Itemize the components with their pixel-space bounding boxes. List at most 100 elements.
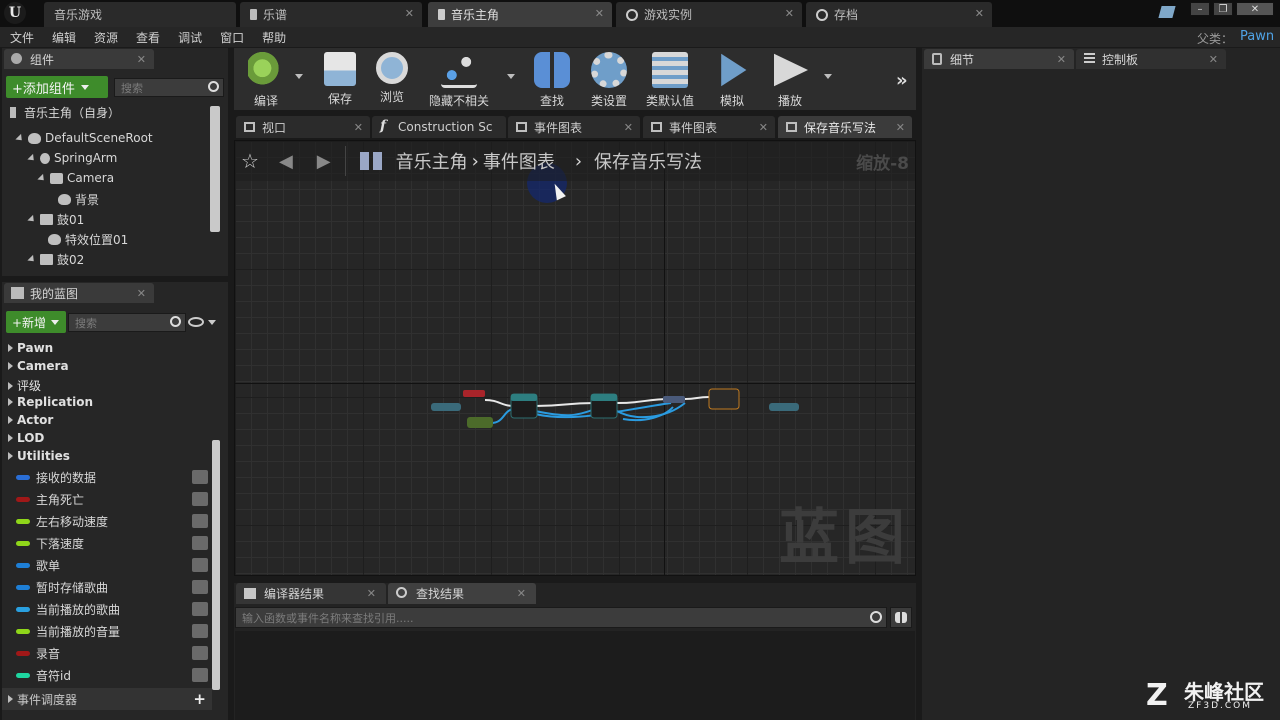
close-icon[interactable]: ✕: [405, 7, 414, 20]
close-icon[interactable]: ✕: [137, 287, 146, 300]
star-icon[interactable]: ☆: [241, 149, 259, 173]
components-search-input[interactable]: 搜索: [114, 78, 224, 97]
compile-button[interactable]: 编译: [240, 48, 292, 110]
class-defaults-button[interactable]: 类默认值: [640, 48, 700, 110]
close-icon[interactable]: ✕: [367, 587, 376, 600]
variable-item[interactable]: 当前播放的音量: [8, 621, 208, 641]
find-results-search-input[interactable]: 输入函数或事件名称来查找引用.....: [235, 607, 887, 628]
add-new-button[interactable]: +新增: [6, 311, 66, 333]
category-rating[interactable]: 评级: [8, 377, 41, 394]
variable-item[interactable]: 录音: [8, 643, 208, 663]
expand-arrow-icon[interactable]: [27, 214, 37, 225]
search-icon[interactable]: [870, 611, 882, 623]
blueprint-graph-canvas[interactable]: 蓝图: [234, 140, 916, 576]
tab-construction-script[interactable]: f Construction Sc: [372, 116, 506, 138]
visibility-eye-icon[interactable]: [192, 646, 208, 660]
variable-item[interactable]: 暂时存储歌曲: [8, 577, 208, 597]
close-icon[interactable]: ✕: [1209, 53, 1218, 66]
visibility-eye-icon[interactable]: [192, 558, 208, 572]
expand-arrow-icon[interactable]: [8, 398, 13, 406]
variable-item[interactable]: 左右移动速度: [8, 511, 208, 531]
doc-tab-game-instance[interactable]: 游戏实例 ✕: [616, 2, 802, 27]
self-item[interactable]: 音乐主角（自身）: [10, 104, 120, 121]
tab-viewport[interactable]: 视口 ✕: [236, 116, 370, 138]
tree-item-camera[interactable]: Camera: [37, 171, 114, 185]
my-blueprint-tab[interactable]: 我的蓝图 ✕: [4, 283, 154, 303]
visibility-eye-icon[interactable]: [192, 536, 208, 550]
close-icon[interactable]: ✕: [785, 7, 794, 20]
category-actor[interactable]: Actor: [8, 413, 53, 427]
visibility-eye-icon[interactable]: [192, 624, 208, 638]
chevron-down-icon[interactable]: [208, 320, 216, 325]
breadcrumb-root[interactable]: 音乐主角: [396, 148, 468, 174]
visibility-eye-icon[interactable]: [192, 602, 208, 616]
find-button[interactable]: 查找: [528, 48, 576, 110]
play-button[interactable]: 播放: [764, 48, 816, 110]
menu-view[interactable]: 查看: [136, 29, 160, 46]
class-settings-button[interactable]: 类设置: [584, 48, 634, 110]
tree-item-springarm[interactable]: SpringArm: [27, 151, 117, 165]
close-icon[interactable]: ✕: [1057, 53, 1066, 66]
expand-arrow-icon[interactable]: [37, 173, 47, 183]
category-camera[interactable]: Camera: [8, 359, 69, 373]
doc-tab-music-game[interactable]: 音乐游戏: [44, 2, 236, 27]
visibility-eye-icon[interactable]: [192, 514, 208, 528]
menu-file[interactable]: 文件: [10, 29, 34, 46]
doc-tab-save[interactable]: 存档 ✕: [806, 2, 992, 27]
breadcrumb-middle[interactable]: 事件图表: [483, 148, 555, 174]
tab-details[interactable]: 细节 ✕: [924, 49, 1074, 69]
expand-arrow-icon[interactable]: [8, 344, 13, 352]
tab-save-music-method[interactable]: 保存音乐写法 ✕: [778, 116, 912, 138]
components-scrollbar[interactable]: [210, 106, 220, 232]
expand-arrow-icon[interactable]: [15, 133, 25, 143]
variable-item[interactable]: 主角死亡: [8, 489, 208, 509]
expand-arrow-icon[interactable]: [8, 434, 13, 442]
category-replication[interactable]: Replication: [8, 395, 93, 409]
tab-event-graph-2[interactable]: 事件图表 ✕: [643, 116, 775, 138]
search-icon[interactable]: [208, 81, 219, 92]
close-icon[interactable]: ✕: [624, 121, 633, 134]
category-utilities[interactable]: Utilities: [8, 449, 70, 463]
hide-unrelated-button[interactable]: 隐藏不相关: [424, 48, 494, 110]
expand-arrow-icon[interactable]: [8, 452, 13, 460]
play-options-dropdown[interactable]: [824, 74, 832, 79]
close-icon[interactable]: ✕: [595, 7, 604, 20]
back-arrow-icon[interactable]: ◀: [279, 151, 293, 172]
browse-button[interactable]: 浏览: [368, 48, 416, 110]
expand-arrow-icon[interactable]: [27, 153, 37, 163]
menu-asset[interactable]: 资源: [94, 29, 118, 46]
add-component-button[interactable]: +添加组件: [6, 76, 108, 98]
variable-item[interactable]: 歌单: [8, 555, 208, 575]
close-icon[interactable]: ✕: [354, 121, 363, 134]
tree-item-background[interactable]: 背景: [58, 191, 99, 208]
expand-arrow-icon[interactable]: [27, 254, 37, 265]
feedback-icon[interactable]: [1158, 6, 1176, 18]
menu-help[interactable]: 帮助: [262, 29, 286, 46]
close-icon[interactable]: ✕: [896, 121, 905, 134]
category-pawn[interactable]: Pawn: [8, 341, 53, 355]
unreal-logo-icon[interactable]: U: [4, 2, 26, 24]
components-tab[interactable]: 组件 ✕: [4, 49, 154, 69]
event-dispatchers-row[interactable]: 事件调度器 +: [2, 688, 212, 710]
tree-item-drum01[interactable]: 鼓01: [27, 211, 84, 228]
find-in-all-blueprints-button[interactable]: [890, 607, 912, 628]
visibility-eye-icon[interactable]: [192, 492, 208, 506]
tab-event-graph-1[interactable]: 事件图表 ✕: [508, 116, 640, 138]
simulate-button[interactable]: 模拟: [708, 48, 756, 110]
expand-arrow-icon[interactable]: [8, 362, 13, 370]
doc-tab-score[interactable]: 乐谱 ✕: [240, 2, 422, 27]
chevron-right-icon[interactable]: »: [896, 70, 908, 91]
close-icon[interactable]: ✕: [137, 53, 146, 66]
menu-debug[interactable]: 调试: [178, 29, 202, 46]
hide-unrelated-dropdown[interactable]: [507, 74, 515, 79]
tab-palette[interactable]: 控制板 ✕: [1076, 49, 1226, 69]
doc-tab-music-hero[interactable]: 音乐主角 ✕: [428, 2, 612, 27]
menu-window[interactable]: 窗口: [220, 29, 244, 46]
tree-item-defaultsceneroot[interactable]: DefaultSceneRoot: [15, 131, 153, 145]
tab-compiler-results[interactable]: 编译器结果 ✕: [236, 583, 386, 604]
expand-arrow-icon[interactable]: [8, 695, 13, 703]
eye-icon[interactable]: [188, 317, 204, 327]
forward-arrow-icon[interactable]: ▶: [317, 151, 331, 172]
close-icon[interactable]: ✕: [517, 587, 526, 600]
save-button[interactable]: 保存: [316, 48, 364, 110]
